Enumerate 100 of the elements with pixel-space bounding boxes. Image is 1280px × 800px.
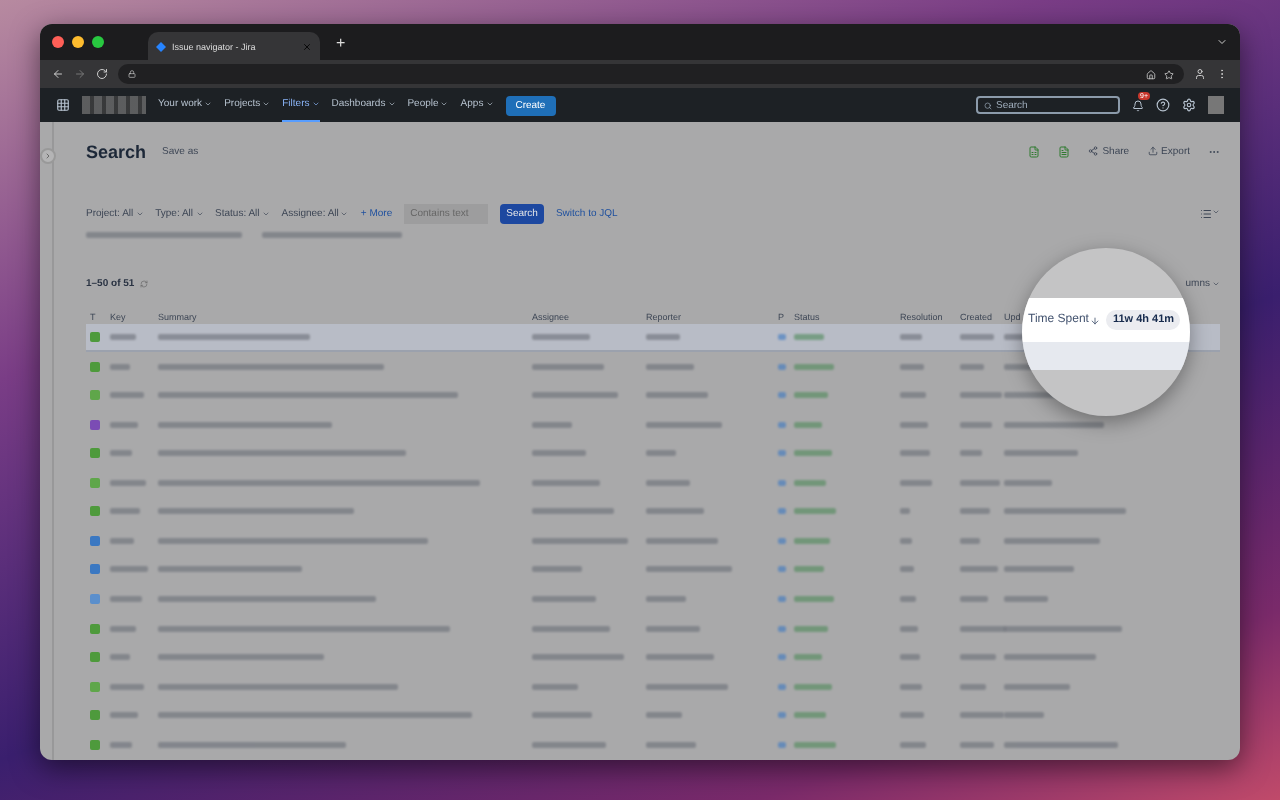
priority-icon	[778, 450, 786, 457]
lock-icon	[128, 70, 136, 78]
blurred-text	[960, 537, 980, 544]
priority-icon	[778, 421, 786, 428]
diamond-icon	[156, 41, 166, 51]
blurred-text	[532, 392, 618, 399]
expand-sidebar-button[interactable]	[40, 148, 56, 164]
list-icon	[1200, 208, 1212, 220]
blurred-text	[646, 712, 682, 719]
blurred-text	[900, 508, 910, 515]
status-lozenge	[794, 334, 824, 341]
close-window-icon[interactable]	[52, 36, 64, 48]
priority-icon	[778, 654, 786, 661]
status-lozenge	[794, 683, 832, 690]
home-icon[interactable]	[1146, 69, 1156, 79]
blurred-text	[646, 508, 704, 515]
refresh-icon[interactable]	[140, 279, 149, 288]
blurred-text	[110, 741, 132, 748]
spreadsheet-icon[interactable]	[1028, 145, 1041, 157]
blurred-text	[110, 421, 138, 428]
blurred-text	[1004, 654, 1096, 661]
status-lozenge	[794, 625, 828, 632]
chevron-down-icon[interactable]	[1216, 36, 1228, 48]
maximize-window-icon[interactable]	[92, 36, 104, 48]
forward-icon[interactable]	[74, 68, 86, 80]
status-lozenge	[794, 537, 830, 544]
blurred-text	[532, 508, 614, 515]
apps-grid-icon[interactable]	[56, 98, 70, 112]
reload-icon[interactable]	[96, 68, 108, 80]
back-icon[interactable]	[52, 68, 64, 80]
blurred-text	[646, 654, 714, 661]
blurred-text	[110, 596, 142, 603]
search-icon	[984, 101, 992, 109]
document-icon[interactable]	[1058, 145, 1071, 157]
blurred-text	[532, 537, 628, 544]
blurred-text	[532, 712, 592, 719]
status-lozenge	[794, 566, 824, 573]
profile-icon[interactable]	[1194, 68, 1206, 80]
blurred-text	[960, 363, 984, 370]
blurred-text	[110, 363, 130, 370]
blurred-text	[900, 625, 918, 632]
blurred-text	[1004, 683, 1070, 690]
blurred-text	[960, 334, 994, 341]
blurred-text	[110, 479, 146, 486]
blurred-text	[1004, 421, 1104, 428]
priority-icon	[778, 363, 786, 370]
blurred-text	[532, 566, 582, 573]
blurred-text	[532, 363, 604, 370]
blurred-text	[1004, 537, 1100, 544]
blurred-text	[110, 654, 130, 661]
share-icon	[1088, 146, 1099, 156]
priority-icon	[778, 334, 786, 341]
blurred-text	[646, 741, 696, 748]
upload-icon	[1147, 146, 1158, 156]
blurred-text	[900, 450, 930, 457]
minimize-window-icon[interactable]	[72, 36, 84, 48]
blurred-text	[532, 450, 586, 457]
blurred-text	[158, 566, 302, 573]
blurred-text	[900, 712, 924, 719]
blurred-text	[262, 232, 402, 238]
blurred-text	[532, 654, 624, 661]
blurred-text	[960, 683, 986, 690]
blurred-text	[646, 596, 686, 603]
status-lozenge	[794, 421, 822, 428]
help-icon[interactable]	[1156, 98, 1170, 112]
priority-icon	[778, 537, 786, 544]
star-icon[interactable]	[1164, 69, 1174, 79]
blurred-text	[1004, 450, 1078, 457]
priority-icon	[778, 741, 786, 748]
blurred-text	[110, 537, 134, 544]
priority-icon	[778, 479, 786, 486]
status-lozenge	[794, 596, 834, 603]
status-lozenge	[794, 450, 832, 457]
status-lozenge	[794, 392, 828, 399]
blurred-text	[110, 683, 144, 690]
blurred-text	[1004, 596, 1048, 603]
blurred-text	[960, 566, 998, 573]
settings-icon[interactable]	[1182, 98, 1196, 112]
blurred-text	[900, 596, 916, 603]
blurred-text	[960, 508, 990, 515]
blurred-text	[646, 421, 722, 428]
status-lozenge	[794, 363, 834, 370]
priority-icon	[778, 683, 786, 690]
blurred-text	[900, 421, 928, 428]
blurred-text	[646, 625, 700, 632]
blurred-text	[646, 566, 732, 573]
new-tab-button[interactable]: +	[336, 33, 346, 51]
blurred-text	[646, 450, 676, 457]
blurred-text	[110, 334, 136, 341]
blurred-text	[960, 654, 996, 661]
blurred-text	[646, 479, 690, 486]
priority-icon	[778, 712, 786, 719]
blurred-text	[532, 741, 606, 748]
priority-icon	[778, 566, 786, 573]
blurred-text	[532, 625, 610, 632]
notifications-icon[interactable]	[1132, 99, 1144, 111]
blurred-text	[960, 450, 982, 457]
logo-placeholder[interactable]	[82, 96, 146, 114]
blurred-text	[900, 537, 912, 544]
blurred-text	[900, 479, 932, 486]
